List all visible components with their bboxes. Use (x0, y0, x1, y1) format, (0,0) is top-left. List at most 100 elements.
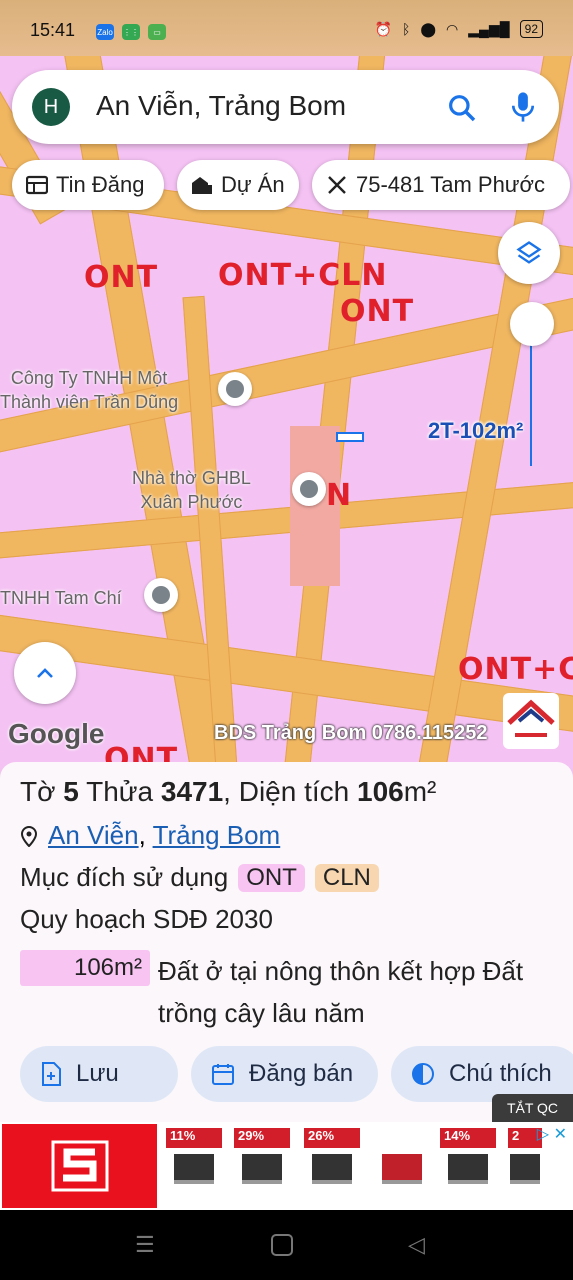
parcel-info-sheet: Tờ 5 Thửa 3471, Diện tích 106m² An Viễn,… (0, 762, 573, 1124)
district-link[interactable]: Trảng Bom (153, 820, 281, 850)
home-icon[interactable] (271, 1234, 293, 1256)
wifi-icon: ◠ (446, 20, 459, 37)
close-icon[interactable]: ✕ (554, 1124, 567, 1144)
legend-area: 106m² (20, 950, 150, 986)
avatar[interactable]: H (32, 88, 70, 126)
location-icon: ⬤ (420, 20, 437, 37)
mic-icon[interactable] (508, 90, 538, 124)
action-label: Đăng bán (249, 1060, 354, 1087)
bds-logo[interactable] (503, 693, 559, 749)
poi-label[interactable]: TNHH Tam Chí (0, 586, 122, 610)
alarm-icon: ⏰ (374, 20, 392, 37)
zone-label: ONT (84, 260, 159, 295)
menu-icon[interactable]: ☰ (135, 1232, 155, 1258)
search-icon[interactable] (446, 92, 478, 124)
title-text: Tờ (20, 776, 64, 807)
layers-icon (516, 241, 542, 264)
commune-link[interactable]: An Viễn (48, 820, 139, 850)
status-icons: ⏰ ᛒ ⬤ ◠ ▂▄▆█ 92 (375, 20, 543, 38)
house-logo-icon (507, 699, 555, 737)
zone-label: ONT (340, 294, 415, 329)
parcel-marker (336, 432, 364, 442)
discount-badge: 26% (304, 1128, 360, 1148)
chip-label: 75-481 Tam Phước (356, 172, 545, 197)
laptop-icon (382, 1154, 422, 1184)
laptop-icon (242, 1154, 282, 1184)
laptop-icon (510, 1154, 540, 1184)
discount-badge: 29% (234, 1128, 290, 1148)
action-label: Lưu (76, 1060, 119, 1087)
title-text: , Diện tích (223, 776, 358, 807)
purpose-label: Mục đích sử dụng (20, 862, 229, 892)
bluetooth-icon: ᛒ (401, 21, 411, 37)
chip-projects[interactable]: Dự Án (177, 160, 299, 210)
search-input[interactable]: An Viễn, Trảng Bom (96, 90, 346, 122)
search-bar[interactable]: H An Viễn, Trảng Bom (12, 70, 559, 144)
ad-product[interactable]: 11% (166, 1128, 222, 1184)
google-logo: Google (8, 718, 105, 749)
watermark: BDS Trảng Bom 0786.115252 (214, 722, 488, 744)
tag-cln: CLN (314, 863, 379, 892)
ad-product[interactable]: 14% (440, 1128, 496, 1184)
laptop-icon (312, 1154, 352, 1184)
chip-listings[interactable]: Tin Đăng (12, 160, 164, 210)
zone-label: N (326, 478, 353, 513)
system-nav-bar: ☰ ◁ (0, 1210, 573, 1280)
chip-label: Dự Án (221, 172, 285, 197)
ad-brand-logo (2, 1124, 157, 1208)
ad-product[interactable]: 29% (234, 1128, 290, 1184)
post-sale-button[interactable]: Đăng bán (191, 1046, 378, 1102)
back-icon[interactable]: ◁ (408, 1232, 425, 1258)
discount-badge: 11% (166, 1128, 222, 1148)
sheet-number: 5 (63, 776, 79, 807)
status-bar: 15:41 Zalo ⋮⋮ ▭ ⏰ ᛒ ⬤ ◠ ▂▄▆█ 92 (0, 0, 573, 56)
legend-description: Đất ở tại nông thôn kết hợp Đất trồng câ… (158, 956, 524, 1028)
location-row: An Viễn, Trảng Bom (20, 820, 280, 851)
action-label: Chú thích (449, 1060, 552, 1087)
ruler-icon (328, 176, 346, 194)
area-unit: m² (403, 776, 437, 807)
listing-icon (26, 175, 48, 195)
adchoices-icon[interactable]: ▷ (537, 1124, 549, 1144)
ad-banner[interactable]: 11% 29% 26% 14% 2 ▷ ✕ (0, 1122, 573, 1210)
location-pin-icon (20, 825, 38, 847)
purpose-row: Mục đích sử dụng ONT CLN (20, 862, 379, 893)
laptop-icon (448, 1154, 488, 1184)
zalo-icon: Zalo (96, 24, 114, 40)
opacity-slider-thumb[interactable] (510, 302, 554, 346)
zone-label: ONT+CL (458, 652, 573, 687)
file-add-icon (42, 1062, 61, 1086)
zone-label: ONT+CLN (218, 258, 388, 293)
place-pin-icon[interactable] (218, 372, 252, 406)
separator: , (138, 820, 153, 850)
discount-badge: 14% (440, 1128, 496, 1148)
ad-product[interactable]: 26% (304, 1128, 360, 1184)
opacity-slider-track[interactable] (530, 340, 532, 466)
brand-s-icon (51, 1140, 108, 1192)
save-button[interactable]: Lưu (20, 1046, 178, 1102)
parcel-title: Tờ 5 Thửa 3471, Diện tích 106m² (20, 776, 436, 808)
title-text: Thửa (78, 776, 161, 807)
expand-button[interactable] (14, 642, 76, 704)
parcel-area-label: 2T-102m² (428, 418, 524, 443)
place-pin-icon[interactable] (144, 578, 178, 612)
plot-number: 3471 (160, 776, 224, 807)
chip-label: Tin Đăng (56, 172, 145, 197)
close-ad-button[interactable]: TẮT QC (492, 1094, 573, 1122)
calendar-icon (212, 1064, 234, 1085)
chevron-up-icon (37, 668, 53, 678)
laptop-icon (174, 1154, 214, 1184)
poi-label[interactable]: Công Ty TNHH Một Thành viên Trần Dũng (0, 366, 178, 414)
layers-button[interactable] (498, 222, 560, 284)
poi-label[interactable]: Nhà thờ GHBL Xuân Phước (132, 466, 251, 514)
signal-icon: ▂▄▆█ (468, 20, 510, 37)
church-pin-icon[interactable] (292, 472, 326, 506)
ad-product[interactable] (374, 1128, 430, 1184)
battery-indicator: 92 (519, 20, 543, 38)
contrast-icon (412, 1063, 434, 1085)
plan-label: Quy hoạch SDĐ 2030 (20, 904, 273, 934)
status-time: 15:41 (30, 20, 76, 40)
chip-measure[interactable]: 75-481 Tam Phước (312, 160, 570, 210)
area-value: 106 (357, 776, 404, 807)
tag-ont: ONT (238, 863, 305, 892)
